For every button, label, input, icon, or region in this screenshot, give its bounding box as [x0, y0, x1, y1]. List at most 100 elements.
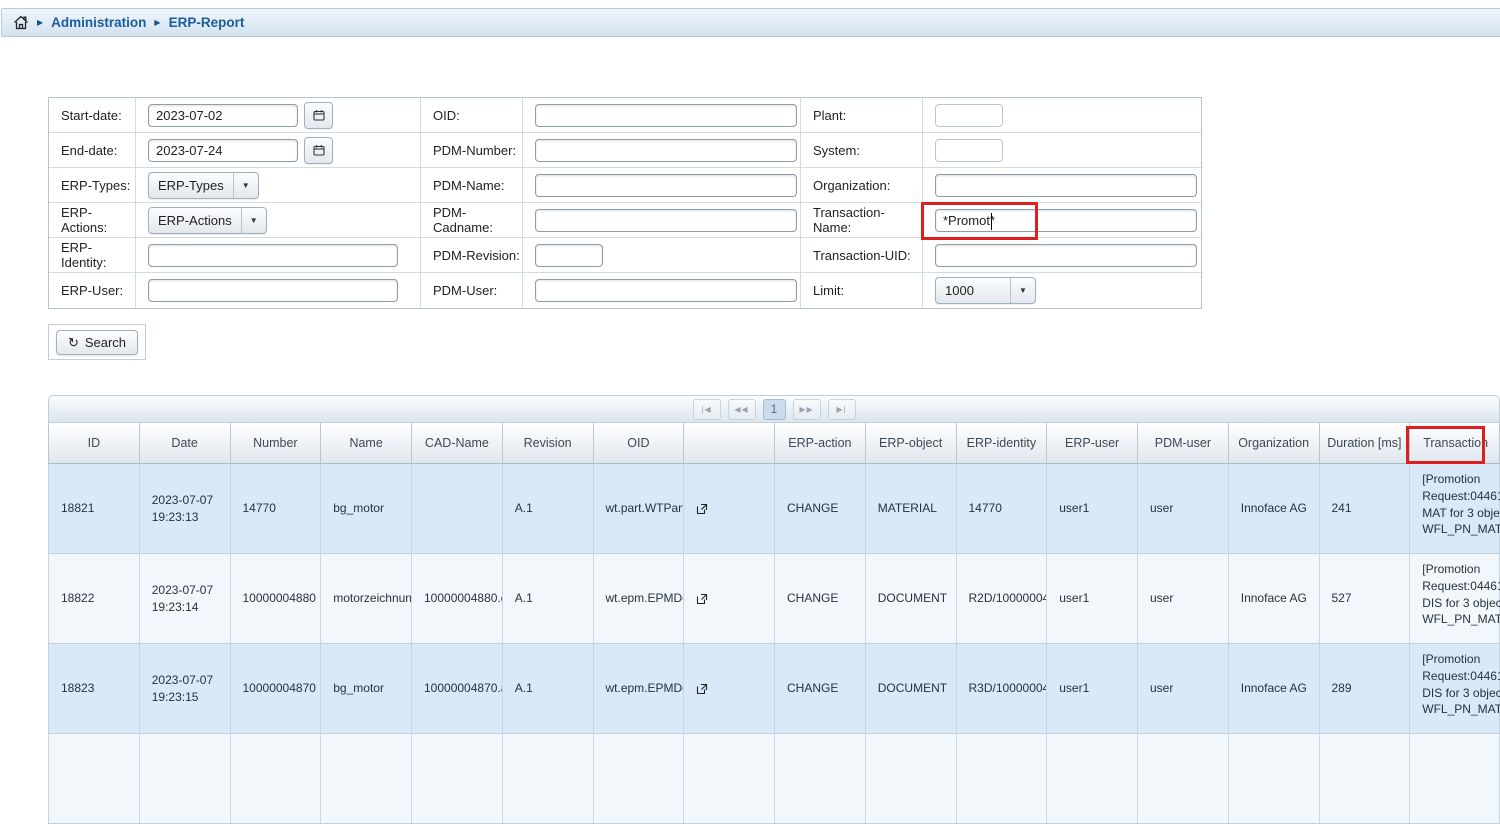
external-link-icon[interactable]: [696, 593, 708, 605]
cell-erp-object: DOCUMENT: [866, 554, 957, 643]
column-header-erp-object[interactable]: ERP-object: [866, 423, 957, 463]
cell-link: [684, 644, 775, 733]
calendar-icon: [313, 144, 325, 156]
pdm-number-input[interactable]: [535, 139, 797, 162]
pagination-first-button[interactable]: |◀: [693, 399, 721, 420]
search-form: Start-date: OID: Plant: End-date: PDM-Nu…: [48, 97, 1202, 309]
column-header-duration[interactable]: Duration [ms]: [1320, 423, 1411, 463]
chevron-down-icon[interactable]: ▼: [233, 173, 258, 198]
erp-identity-input[interactable]: [148, 244, 398, 267]
transaction-uid-input[interactable]: [935, 244, 1197, 267]
cell-oid: wt.epm.EPMDoc: [594, 554, 685, 643]
pagination-prev-button[interactable]: ◀◀: [728, 399, 756, 420]
plant-input[interactable]: [935, 104, 1003, 127]
results-table: |◀ ◀◀ 1 ▶▶ ▶| ID Date Number Name CAD-Na…: [48, 395, 1500, 824]
column-header-transaction[interactable]: Transaction: [1410, 423, 1500, 463]
column-header-organization[interactable]: Organization: [1229, 423, 1320, 463]
column-header-erp-identity[interactable]: ERP-identity: [957, 423, 1048, 463]
cell-link: [684, 554, 775, 643]
erp-identity-cell: [136, 238, 421, 273]
cell-erp-user: user1: [1047, 644, 1138, 733]
erp-user-cell: [136, 273, 421, 308]
cell-id: 18821: [49, 464, 140, 553]
pdm-cadname-input[interactable]: [535, 209, 797, 232]
end-date-calendar-button[interactable]: [304, 137, 333, 164]
cell-erp-object: MATERIAL: [866, 464, 957, 553]
erp-types-dropdown-label: ERP-Types: [149, 173, 233, 198]
column-header-erp-user[interactable]: ERP-user: [1047, 423, 1138, 463]
pagination-page-1-button[interactable]: 1: [763, 399, 786, 420]
home-icon[interactable]: [13, 15, 29, 30]
column-header-erp-action[interactable]: ERP-action: [775, 423, 866, 463]
table-row[interactable]: 18823 2023-07-07 19:23:15 10000004870 bg…: [48, 644, 1500, 734]
pdm-number-label: PDM-Number:: [421, 133, 523, 168]
cell-pdm-user: user: [1138, 644, 1229, 733]
chevron-right-icon: ▶: [154, 19, 160, 27]
pagination-next-button[interactable]: ▶▶: [793, 399, 821, 420]
cell-organization: Innoface AG: [1229, 464, 1320, 553]
cell-duration: 289: [1320, 644, 1411, 733]
pagination-last-button[interactable]: ▶|: [828, 399, 856, 420]
cell-oid: wt.epm.EPMDoc: [594, 644, 685, 733]
pdm-revision-input[interactable]: [535, 244, 603, 267]
organization-input[interactable]: [935, 174, 1197, 197]
column-header-cad-name[interactable]: CAD-Name: [412, 423, 503, 463]
transaction-name-input[interactable]: [935, 209, 1197, 232]
pdm-user-input[interactable]: [535, 279, 797, 302]
search-button-label: Search: [85, 335, 126, 350]
cell-organization: Innoface AG: [1229, 644, 1320, 733]
external-link-icon[interactable]: [696, 503, 708, 515]
column-header-date[interactable]: Date: [140, 423, 231, 463]
pdm-revision-label: PDM-Revision:: [421, 238, 523, 273]
erp-identity-label: ERP-Identity:: [49, 238, 136, 273]
transaction-uid-label: Transaction-UID:: [801, 238, 923, 273]
cell-organization: Innoface AG: [1229, 554, 1320, 643]
cell-revision: A.1: [503, 644, 594, 733]
pdm-revision-cell: [523, 238, 801, 273]
start-date-input[interactable]: [148, 104, 298, 127]
pdm-cadname-cell: [523, 203, 801, 238]
start-date-cell: [136, 98, 421, 133]
start-date-calendar-button[interactable]: [304, 102, 333, 129]
chevron-down-icon[interactable]: ▼: [1010, 278, 1035, 303]
column-header-name[interactable]: Name: [321, 423, 412, 463]
chevron-down-icon[interactable]: ▼: [241, 208, 266, 233]
breadcrumb-administration[interactable]: Administration: [51, 15, 146, 30]
oid-input[interactable]: [535, 104, 797, 127]
column-header-id[interactable]: ID: [49, 423, 140, 463]
table-row[interactable]: 18822 2023-07-07 19:23:14 10000004880 mo…: [48, 554, 1500, 644]
table-header-row: ID Date Number Name CAD-Name Revision OI…: [48, 423, 1500, 464]
search-button[interactable]: ↻ Search: [56, 330, 138, 355]
breadcrumb-erp-report[interactable]: ERP-Report: [169, 15, 245, 30]
external-link-icon[interactable]: [696, 683, 708, 695]
organization-cell: [923, 168, 1203, 203]
cell-name: motorzeichnung: [321, 554, 412, 643]
erp-user-input[interactable]: [148, 279, 398, 302]
erp-user-label: ERP-User:: [49, 273, 136, 308]
table-row[interactable]: [48, 734, 1500, 824]
end-date-input[interactable]: [148, 139, 298, 162]
pdm-name-input[interactable]: [535, 174, 797, 197]
limit-cell: 1000 ▼: [923, 273, 1203, 308]
cell-link: [684, 464, 775, 553]
pdm-cadname-label: PDM-Cadname:: [421, 203, 523, 238]
cell-transaction: [Promotion Request:04461] DIS for 3 obje…: [1410, 644, 1500, 733]
column-header-pdm-user[interactable]: PDM-user: [1138, 423, 1229, 463]
cell-id: 18822: [49, 554, 140, 643]
pdm-name-label: PDM-Name:: [421, 168, 523, 203]
column-header-oid[interactable]: OID: [594, 423, 685, 463]
transaction-name-label: Transaction-Name:: [801, 203, 923, 238]
erp-actions-dropdown[interactable]: ERP-Actions ▼: [148, 207, 267, 234]
erp-actions-dropdown-label: ERP-Actions: [149, 208, 241, 233]
cell-transaction: [Promotion Request:04461] DIS for 3 obje…: [1410, 554, 1500, 643]
erp-types-dropdown[interactable]: ERP-Types ▼: [148, 172, 259, 199]
system-input[interactable]: [935, 139, 1003, 162]
plant-label: Plant:: [801, 98, 923, 133]
limit-dropdown[interactable]: 1000 ▼: [935, 277, 1036, 304]
transaction-name-cell: [923, 203, 1203, 238]
column-header-revision[interactable]: Revision: [503, 423, 594, 463]
cell-erp-identity: 14770: [957, 464, 1048, 553]
cell-revision: A.1: [503, 464, 594, 553]
column-header-number[interactable]: Number: [231, 423, 322, 463]
table-row[interactable]: 18821 2023-07-07 19:23:13 14770 bg_motor…: [48, 464, 1500, 554]
